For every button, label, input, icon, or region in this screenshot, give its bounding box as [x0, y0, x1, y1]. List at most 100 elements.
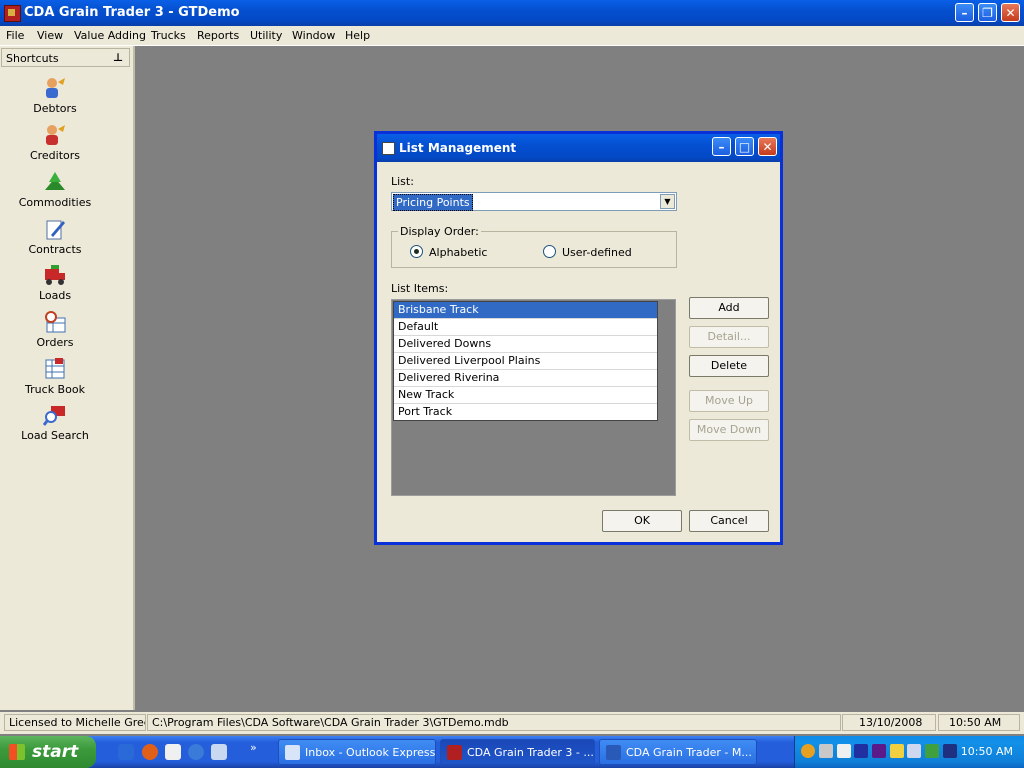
menu-value-adding[interactable]: Value Adding	[74, 29, 146, 42]
list-items-rows: Brisbane Track Default Delivered Downs D…	[393, 301, 658, 421]
creditors-icon	[43, 123, 67, 147]
shortcut-load-search[interactable]: Load Search	[0, 403, 110, 442]
list-item[interactable]: Brisbane Track	[394, 302, 657, 319]
tray-icon-6[interactable]	[890, 744, 904, 758]
shortcut-truck-book[interactable]: Truck Book	[0, 357, 110, 396]
menu-help[interactable]: Help	[345, 29, 370, 42]
shortcut-debtors[interactable]: Debtors	[0, 76, 110, 115]
menu-file[interactable]: File	[6, 29, 24, 42]
tray-icon-1[interactable]	[801, 744, 815, 758]
orders-icon	[43, 310, 67, 334]
list-management-dialog: List Management – □ ✕ List: Pricing Poin…	[374, 131, 783, 545]
taskbar: start » Inbox - Outlook Express CDA Grai…	[0, 736, 1024, 768]
pin-icon[interactable]: ⊥	[113, 51, 123, 64]
delete-button[interactable]: Delete	[689, 355, 769, 377]
dialog-title-bar[interactable]: List Management – □ ✕	[377, 134, 780, 162]
windows-logo-icon	[9, 744, 25, 760]
ie-icon[interactable]	[118, 744, 134, 760]
move-down-button[interactable]: Move Down	[689, 419, 769, 441]
dialog-maximize-button[interactable]: □	[735, 137, 754, 156]
status-date: 13/10/2008	[842, 714, 936, 731]
chevron-down-icon[interactable]: ▼	[660, 194, 675, 209]
status-license: Licensed to Michelle Greer	[4, 714, 146, 731]
cancel-button[interactable]: Cancel	[689, 510, 769, 532]
status-time: 10:50 AM	[938, 714, 1020, 731]
dialog-minimize-button[interactable]: –	[712, 137, 731, 156]
menu-view[interactable]: View	[37, 29, 63, 42]
contracts-icon	[43, 217, 67, 241]
debtors-icon	[43, 76, 67, 100]
detail-button[interactable]: Detail...	[689, 326, 769, 348]
menu-utility[interactable]: Utility	[250, 29, 282, 42]
truck-book-icon	[43, 357, 67, 381]
restore-button[interactable]: ❐	[978, 3, 997, 22]
start-button[interactable]: start	[0, 736, 96, 768]
list-item[interactable]: Delivered Liverpool Plains	[394, 353, 657, 370]
menu-window[interactable]: Window	[292, 29, 335, 42]
list-items-label: List Items:	[391, 282, 449, 295]
tray-icon-7[interactable]	[907, 744, 921, 758]
shortcut-loads[interactable]: Loads	[0, 263, 110, 302]
status-bar: Licensed to Michelle Greer C:\Program Fi…	[0, 712, 1024, 734]
list-item[interactable]: Delivered Riverina	[394, 370, 657, 387]
shortcuts-title: Shortcuts	[6, 52, 59, 65]
shortcut-contracts[interactable]: Contracts	[0, 217, 110, 256]
quicklaunch-more-icon[interactable]: »	[250, 741, 257, 754]
radio-user-defined[interactable]: User-defined	[543, 245, 632, 259]
tray-clock[interactable]: 10:50 AM	[961, 745, 1013, 758]
radio-user-defined-indicator[interactable]	[543, 245, 556, 258]
dialog-title: List Management	[399, 141, 517, 155]
commodities-icon	[43, 170, 67, 194]
outlook-icon	[285, 745, 300, 760]
list-label: List:	[391, 175, 414, 188]
minimize-button[interactable]: –	[955, 3, 974, 22]
list-item[interactable]: New Track	[394, 387, 657, 404]
display-order-group: Display Order: Alphabetic User-defined	[391, 225, 677, 268]
shortcuts-header: Shortcuts ⊥	[1, 48, 130, 67]
display-order-label: Display Order:	[398, 225, 481, 238]
firefox-icon[interactable]	[142, 744, 158, 760]
dialog-close-button[interactable]: ✕	[758, 137, 777, 156]
list-item[interactable]: Default	[394, 319, 657, 336]
show-desktop-icon[interactable]	[211, 744, 227, 760]
dialog-icon	[382, 142, 395, 155]
load-search-icon	[42, 403, 67, 427]
tray-icon-4[interactable]	[854, 744, 868, 758]
loads-icon	[43, 263, 67, 287]
menu-bar: File View Value Adding Trucks Reports Ut…	[0, 26, 1024, 46]
radio-alphabetic-indicator[interactable]	[410, 245, 423, 258]
add-button[interactable]: Add	[689, 297, 769, 319]
status-path: C:\Program Files\CDA Software\CDA Grain …	[147, 714, 841, 731]
menu-trucks[interactable]: Trucks	[151, 29, 186, 42]
tray-icon-3[interactable]	[837, 744, 851, 758]
shortcuts-panel: Shortcuts ⊥ Debtors Creditors Commoditie…	[0, 46, 135, 710]
tray-icon-5[interactable]	[872, 744, 886, 758]
shortcut-creditors[interactable]: Creditors	[0, 123, 110, 162]
task-outlook[interactable]: Inbox - Outlook Express	[278, 739, 436, 765]
menu-reports[interactable]: Reports	[197, 29, 239, 42]
shortcut-orders[interactable]: Orders	[0, 310, 110, 349]
app-icon	[4, 5, 21, 22]
task-grain-trader-word[interactable]: CDA Grain Trader - M...	[599, 739, 757, 765]
grain-trader-icon	[447, 745, 462, 760]
list-select-value: Pricing Points	[393, 194, 473, 211]
media-player-icon[interactable]	[188, 744, 204, 760]
tray-icon-2[interactable]	[819, 744, 833, 758]
app-title: CDA Grain Trader 3 - GTDemo	[24, 5, 240, 20]
tray-icon-8[interactable]	[925, 744, 939, 758]
task-grain-trader-3[interactable]: CDA Grain Trader 3 - ...	[440, 739, 595, 765]
list-item[interactable]: Port Track	[394, 404, 657, 420]
list-select[interactable]: Pricing Points ▼	[391, 192, 677, 211]
list-item[interactable]: Delivered Downs	[394, 336, 657, 353]
ok-button[interactable]: OK	[602, 510, 682, 532]
close-button[interactable]: ✕	[1001, 3, 1020, 22]
move-up-button[interactable]: Move Up	[689, 390, 769, 412]
system-tray: 10:50 AM	[794, 736, 1024, 768]
list-items-box[interactable]: Brisbane Track Default Delivered Downs D…	[391, 299, 676, 496]
word-doc-icon	[606, 745, 621, 760]
app-icon-quicklaunch[interactable]	[165, 744, 181, 760]
app-title-bar[interactable]: CDA Grain Trader 3 - GTDemo – ❐ ✕	[0, 0, 1024, 26]
radio-alphabetic[interactable]: Alphabetic	[410, 245, 487, 259]
shortcut-commodities[interactable]: Commodities	[0, 170, 110, 209]
tray-icon-9[interactable]	[943, 744, 957, 758]
